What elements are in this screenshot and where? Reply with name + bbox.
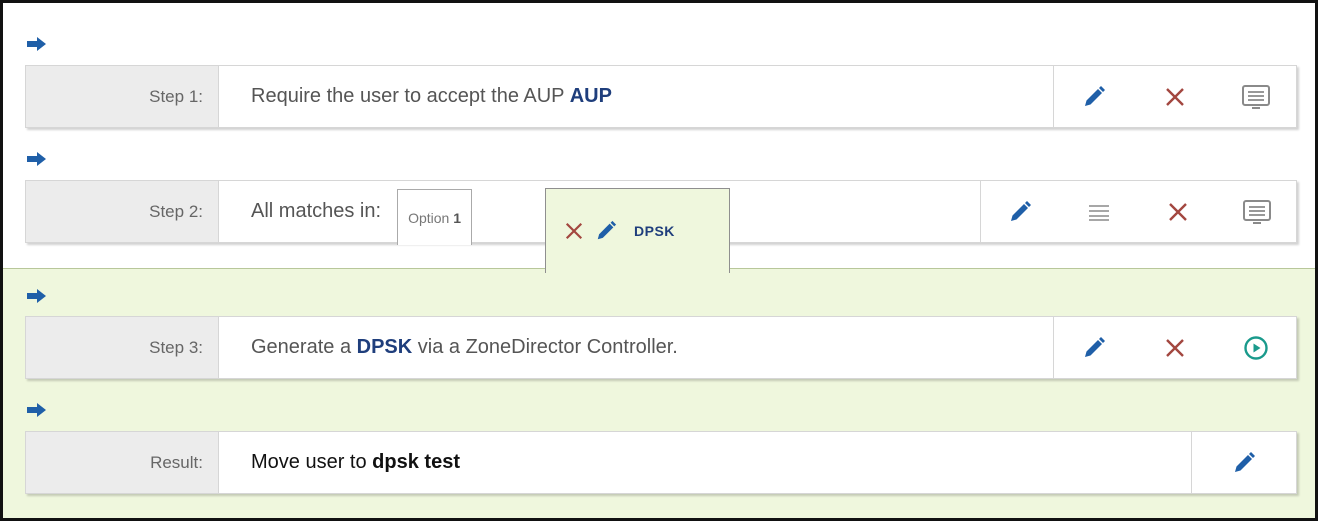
option-tab-name: DPSK	[634, 223, 675, 239]
flow-arrow-icon	[27, 403, 46, 417]
edit-icon[interactable]	[1077, 331, 1111, 365]
step-label: Step 3:	[26, 317, 219, 378]
option-tab-label: Option	[408, 209, 454, 226]
delete-icon[interactable]	[1161, 195, 1195, 229]
step-text: Generate a	[251, 336, 357, 358]
step-text: via a ZoneDirector Controller.	[412, 336, 678, 358]
result-row: Result: Move user to dpsk test	[25, 431, 1297, 494]
result-label: Result:	[26, 432, 219, 493]
step-highlight: AUP	[569, 85, 612, 107]
flow-arrow-icon	[27, 37, 46, 51]
result-description[interactable]: Move user to dpsk test	[219, 432, 1191, 493]
menu-icon[interactable]	[1082, 195, 1116, 229]
step-actions	[1053, 317, 1296, 378]
step-label: Step 1:	[26, 66, 219, 127]
step-label: Step 2:	[26, 181, 219, 242]
workflow-panel: Step 1: Require the user to accept the A…	[0, 0, 1318, 521]
result-target: dpsk test	[372, 451, 460, 473]
edit-icon[interactable]	[1077, 80, 1111, 114]
edit-icon[interactable]	[592, 214, 620, 248]
step-description[interactable]: Require the user to accept the AUP AUP	[219, 66, 1053, 127]
option-tab-number: 1	[453, 209, 461, 226]
edit-icon[interactable]	[1227, 446, 1261, 480]
play-circle-icon[interactable]	[1239, 331, 1273, 365]
flow-arrow-icon	[27, 289, 46, 303]
step-actions	[1053, 66, 1296, 127]
delete-icon[interactable]	[1158, 80, 1192, 114]
step-description[interactable]: Generate a DPSK via a ZoneDirector Contr…	[219, 317, 1053, 378]
result-text: Move user to	[251, 451, 373, 473]
screen-icon[interactable]	[1239, 80, 1273, 114]
screen-icon[interactable]	[1240, 195, 1274, 229]
step-actions	[980, 181, 1296, 242]
step-row-1: Step 1: Require the user to accept the A…	[25, 65, 1297, 128]
step-row-3: Step 3: Generate a DPSK via a ZoneDirect…	[25, 316, 1297, 379]
edit-icon[interactable]	[1003, 195, 1037, 229]
flow-arrow-icon	[27, 152, 46, 166]
step-highlight: DPSK	[356, 336, 413, 358]
option-tab-1[interactable]: Option 1	[397, 189, 472, 245]
delete-icon[interactable]	[1158, 331, 1192, 365]
delete-icon[interactable]	[560, 214, 588, 248]
option-tab-active[interactable]: DPSK	[545, 188, 730, 273]
result-actions	[1191, 432, 1296, 493]
step-text: All matches in:	[251, 200, 382, 222]
step-text: Require the user to accept the AUP	[251, 85, 570, 107]
